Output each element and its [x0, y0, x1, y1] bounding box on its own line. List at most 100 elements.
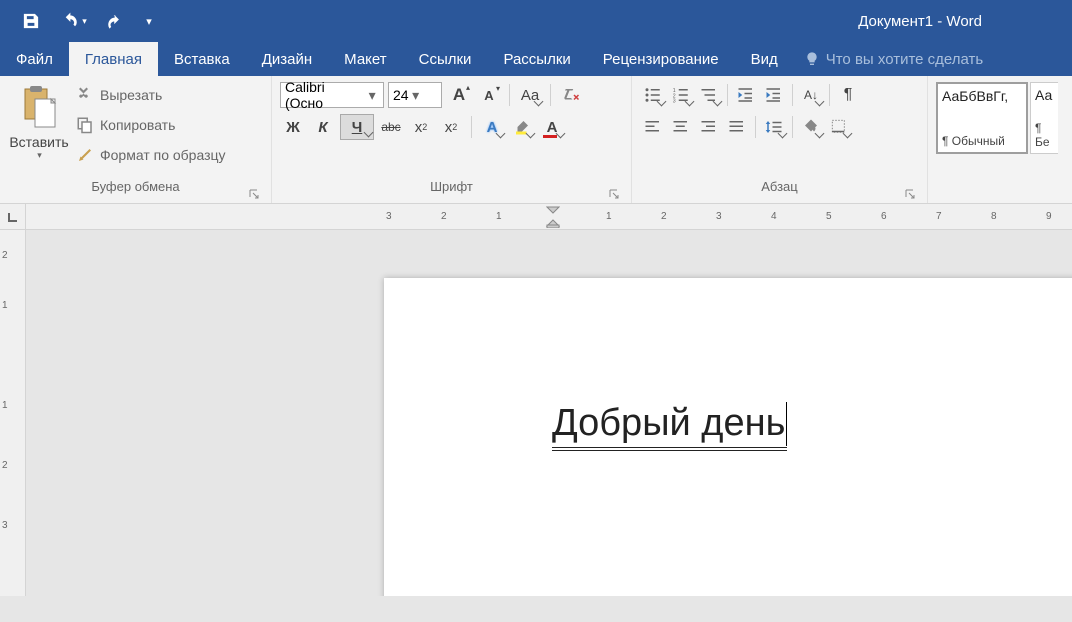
- horizontal-ruler: 3 2 1 1 2 3 4 5 6 7 8 9: [26, 204, 1072, 230]
- indent-marker-icon[interactable]: [546, 206, 560, 228]
- document-text[interactable]: Добрый день: [552, 400, 787, 451]
- highlight-button[interactable]: [509, 114, 535, 140]
- superscript-button[interactable]: x2: [438, 114, 464, 140]
- document-area[interactable]: Добрый день: [26, 230, 1072, 596]
- shading-button[interactable]: [798, 114, 824, 140]
- style-next[interactable]: Аа ¶ Бе: [1030, 82, 1058, 154]
- decrease-indent-button[interactable]: [733, 82, 759, 108]
- hruler-tick: 3: [386, 211, 392, 222]
- vertical-ruler: 2 1 1 2 3: [0, 204, 26, 596]
- align-left-button[interactable]: [640, 114, 666, 140]
- font-group-label: Шрифт: [430, 179, 473, 194]
- numbering-button[interactable]: 123: [668, 82, 694, 108]
- shrink-font-glyph: A: [484, 88, 493, 103]
- align-center-button[interactable]: [668, 114, 694, 140]
- bold-button[interactable]: Ж: [280, 114, 306, 140]
- strike-glyph: abc: [381, 120, 400, 134]
- underline-button[interactable]: Ч: [340, 114, 374, 140]
- tab-mailings[interactable]: Рассылки: [487, 42, 586, 76]
- vruler-tick: 2: [2, 250, 8, 261]
- borders-button[interactable]: [826, 114, 852, 140]
- font-name-combo[interactable]: Calibri (Осно▾: [280, 82, 384, 108]
- qat-customize-button[interactable]: ▾: [136, 0, 162, 42]
- strikethrough-button[interactable]: abc: [378, 114, 404, 140]
- tab-references[interactable]: Ссылки: [403, 42, 488, 76]
- hruler-tick: 1: [606, 211, 612, 222]
- show-marks-button[interactable]: ¶: [835, 82, 861, 108]
- cut-button[interactable]: Вырезать: [76, 82, 226, 108]
- vruler-tick: 2: [2, 460, 8, 471]
- hruler-tick: 8: [991, 211, 997, 222]
- tell-me-label: Что вы хотите сделать: [826, 51, 983, 68]
- tab-file[interactable]: Файл: [0, 42, 69, 76]
- align-right-button[interactable]: [696, 114, 722, 140]
- font-name-value: Calibri (Осно: [285, 79, 365, 111]
- paragraph-launcher[interactable]: [903, 187, 917, 201]
- grow-font-button[interactable]: A▴: [446, 82, 472, 108]
- page[interactable]: Добрый день: [384, 278, 1072, 596]
- hruler-tick: 6: [881, 211, 887, 222]
- hruler-tick: 5: [826, 211, 832, 222]
- multilevel-list-button[interactable]: [696, 82, 722, 108]
- tab-selector[interactable]: [0, 204, 25, 230]
- hruler-tick: 1: [496, 211, 502, 222]
- paste-label: Вставить: [9, 134, 68, 150]
- grow-font-glyph: A: [453, 85, 465, 105]
- tab-insert[interactable]: Вставка: [158, 42, 246, 76]
- subscript-button[interactable]: x2: [408, 114, 434, 140]
- change-case-button[interactable]: Aa: [517, 82, 543, 108]
- hruler-tick: 3: [716, 211, 722, 222]
- font-size-value: 24: [393, 87, 409, 103]
- vruler-tick: 1: [2, 300, 8, 311]
- document-text-content: Добрый день: [552, 402, 785, 444]
- paragraph-group-label: Абзац: [761, 179, 797, 194]
- hruler-tick: 9: [1046, 211, 1052, 222]
- clear-formatting-button[interactable]: [558, 82, 584, 108]
- bold-glyph: Ж: [286, 119, 300, 136]
- text-cursor: [786, 402, 787, 446]
- increase-indent-button[interactable]: [761, 82, 787, 108]
- hruler-tick: 4: [771, 211, 777, 222]
- svg-text:3: 3: [673, 99, 676, 105]
- clipboard-launcher[interactable]: [247, 187, 261, 201]
- tab-design[interactable]: Дизайн: [246, 42, 328, 76]
- cut-label: Вырезать: [100, 87, 162, 103]
- window-title: Документ1 - Word: [162, 13, 1072, 30]
- format-painter-button[interactable]: Формат по образцу: [76, 142, 226, 168]
- italic-button[interactable]: К: [310, 114, 336, 140]
- style-sample-1: АаБбВвГг,: [942, 88, 1022, 134]
- sort-button[interactable]: A↓: [798, 82, 824, 108]
- copy-button[interactable]: Копировать: [76, 112, 226, 138]
- line-spacing-button[interactable]: [761, 114, 787, 140]
- save-button[interactable]: [10, 0, 52, 42]
- tab-view[interactable]: Вид: [735, 42, 794, 76]
- style-normal[interactable]: АаБбВвГг, ¶ Обычный: [936, 82, 1028, 154]
- tab-home[interactable]: Главная: [69, 42, 158, 76]
- font-color-button[interactable]: A: [539, 114, 565, 140]
- vruler-tick: 3: [2, 520, 8, 531]
- style-name-2: ¶ Бе: [1035, 121, 1054, 149]
- text-effects-button[interactable]: A: [479, 114, 505, 140]
- style-sample-2: Аа: [1035, 87, 1054, 121]
- shrink-font-button[interactable]: A▾: [476, 82, 502, 108]
- sup-glyph: x: [445, 119, 453, 136]
- bullets-button[interactable]: [640, 82, 666, 108]
- change-case-glyph: Aa: [521, 87, 539, 104]
- copy-label: Копировать: [100, 117, 175, 133]
- font-size-combo[interactable]: 24▾: [388, 82, 442, 108]
- font-launcher[interactable]: [607, 187, 621, 201]
- tab-review[interactable]: Рецензирование: [587, 42, 735, 76]
- redo-button[interactable]: [94, 0, 136, 42]
- style-name-1: ¶ Обычный: [942, 134, 1022, 148]
- vruler-tick: 1: [2, 400, 8, 411]
- justify-button[interactable]: [724, 114, 750, 140]
- sub-glyph: x: [415, 119, 423, 136]
- paste-button[interactable]: [19, 82, 59, 132]
- tab-layout[interactable]: Макет: [328, 42, 402, 76]
- clipboard-group-label: Буфер обмена: [91, 179, 179, 194]
- format-painter-label: Формат по образцу: [100, 147, 226, 163]
- tell-me-search[interactable]: Что вы хотите сделать: [794, 42, 983, 76]
- italic-glyph: К: [318, 119, 327, 136]
- underline-glyph: Ч: [352, 119, 363, 136]
- undo-button[interactable]: ▾: [52, 0, 94, 42]
